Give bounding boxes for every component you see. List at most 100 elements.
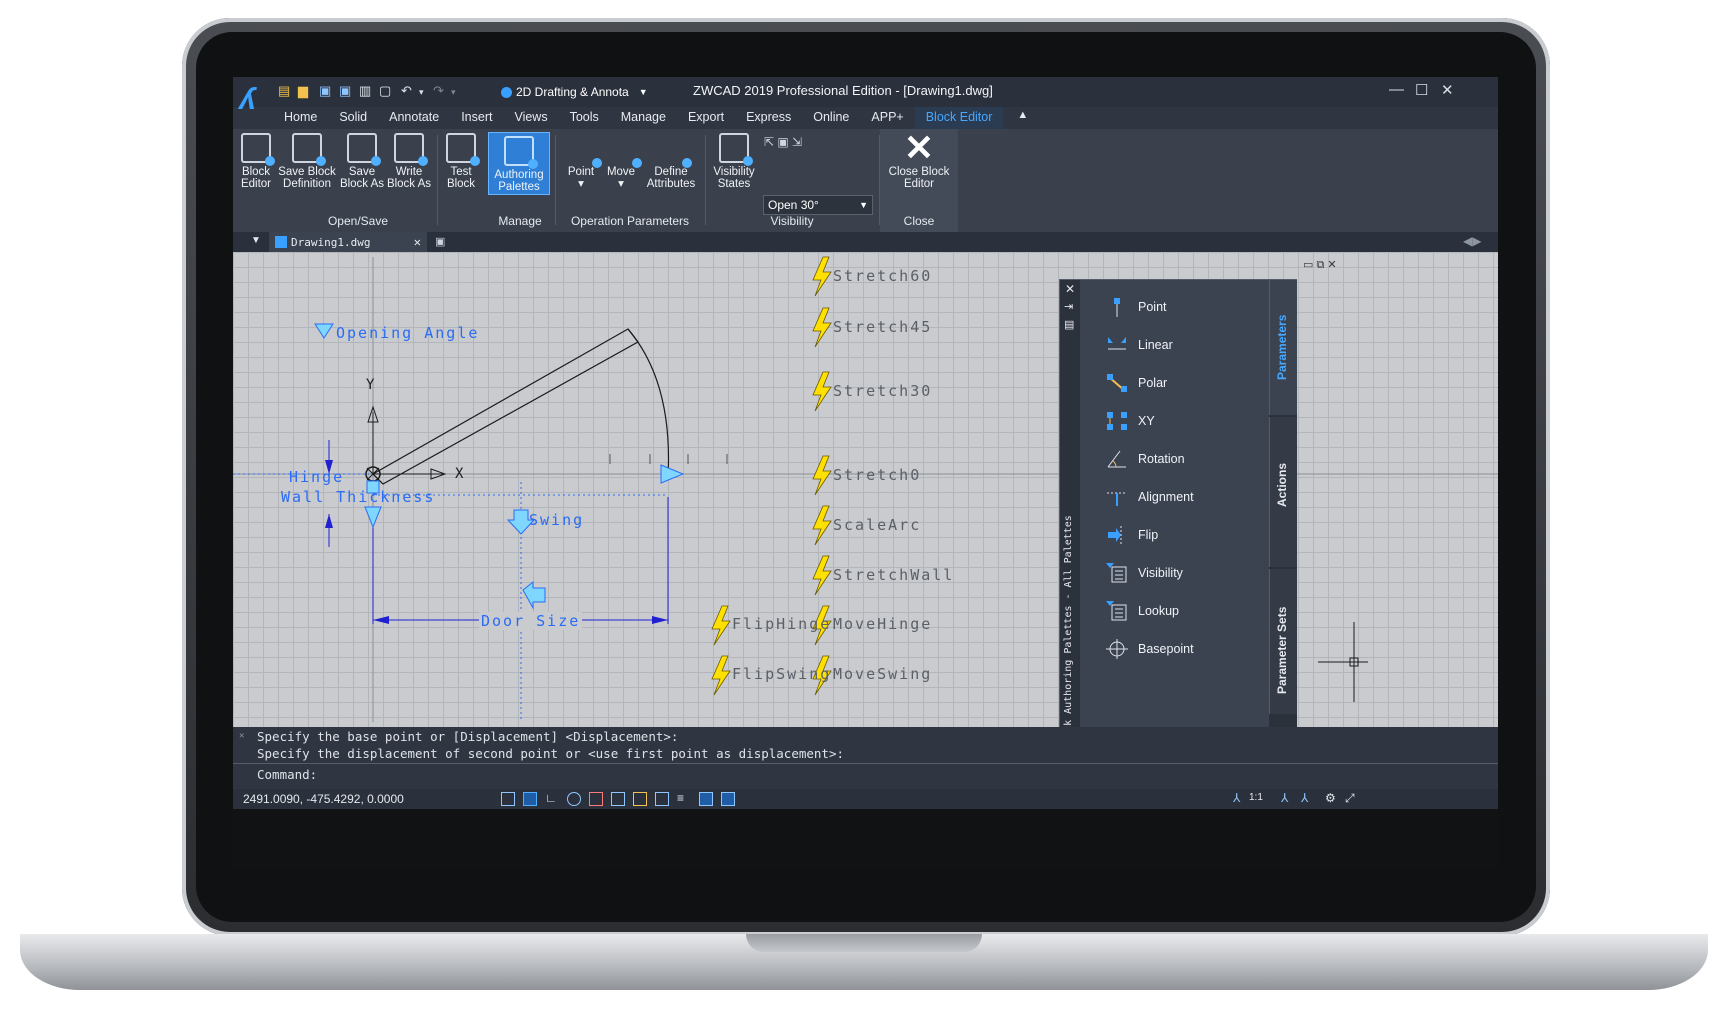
dynamic-input-icon[interactable] <box>655 792 669 806</box>
undo-icon[interactable]: ↶ <box>401 83 412 101</box>
palette-properties-icon[interactable]: ▤ <box>1064 318 1074 331</box>
move-action-button[interactable]: Move ▾ <box>603 133 642 190</box>
action-moveswing[interactable]: MoveSwing <box>833 665 932 683</box>
minimize-button[interactable]: — <box>1389 81 1404 98</box>
door-size-grip[interactable] <box>660 464 685 484</box>
opening-angle-grip[interactable] <box>314 323 334 339</box>
action-stretch45[interactable]: Stretch45 <box>833 318 932 336</box>
palette-autohide-icon[interactable]: ⇥ <box>1064 300 1073 313</box>
test-block-button[interactable]: Test Block <box>441 133 481 190</box>
menu-home[interactable]: Home <box>273 107 328 129</box>
close-tab-icon[interactable]: ✕ <box>414 235 421 249</box>
palette-item-polar[interactable]: Polar <box>1106 372 1167 394</box>
fullscreen-icon[interactable]: ⤢ <box>1345 791 1355 806</box>
gear-icon[interactable]: ⚙ <box>1325 791 1336 805</box>
tab-scroll-icons[interactable]: ◀▶ <box>1463 234 1481 248</box>
action-fliphinge[interactable]: FlipHinge <box>732 615 831 633</box>
viewport-controls[interactable]: ▭ ⧉ ✕ <box>1303 258 1337 272</box>
tab-actions[interactable]: Actions <box>1269 417 1297 567</box>
palette-item-flip[interactable]: Flip <box>1106 524 1158 546</box>
door-leaf[interactable] <box>372 328 639 485</box>
palette-item-linear[interactable]: Linear <box>1106 334 1173 356</box>
authoring-palettes-button[interactable]: Authoring Palettes <box>488 132 550 195</box>
annotation-scale-icon[interactable]: ⅄ <box>1233 791 1240 805</box>
new-tab-icon[interactable]: ▣ <box>435 235 445 248</box>
redo-dropdown-icon[interactable]: ▾ <box>451 87 456 105</box>
menu-app-plus[interactable]: APP+ <box>860 107 914 129</box>
palette-item-point[interactable]: Point <box>1106 296 1167 318</box>
palette-item-alignment[interactable]: Alignment <box>1106 486 1194 508</box>
save-block-definition-button[interactable]: Save Block Definition <box>277 133 337 190</box>
menu-block-editor[interactable]: Block Editor <box>914 107 1004 129</box>
swing-arc[interactable] <box>627 328 670 478</box>
close-window-button[interactable]: ✕ <box>1441 81 1454 99</box>
palette-item-xy[interactable]: XY <box>1106 410 1155 432</box>
command-input[interactable]: Command: <box>257 767 317 782</box>
quick-properties-icon[interactable] <box>699 792 713 806</box>
new-icon[interactable]: ▤ <box>278 83 290 101</box>
tab-menu-icon[interactable]: ▼ <box>251 235 261 246</box>
palette-close-icon[interactable]: ✕ <box>1065 282 1075 296</box>
define-attributes-button[interactable]: Define Attributes <box>643 133 699 190</box>
palette-item-lookup[interactable]: Lookup <box>1106 600 1179 622</box>
visibility-tool-icons[interactable]: ⇱ ▣ ⇲ <box>764 135 802 149</box>
save-icon[interactable]: ▣ <box>319 83 331 101</box>
save-block-as-button[interactable]: Save Block As <box>339 133 385 190</box>
tab-parameters[interactable]: Parameters <box>1269 280 1297 415</box>
action-stretch30[interactable]: Stretch30 <box>833 382 932 400</box>
tab-drawing1[interactable]: Drawing1.dwg ✕ <box>269 232 427 252</box>
menu-annotate[interactable]: Annotate <box>378 107 450 129</box>
ribbon-minimize-icon[interactable]: ▲ <box>1003 107 1034 129</box>
command-history-line: Specify the base point or [Displacement]… <box>257 729 679 744</box>
print-icon[interactable]: ▥ <box>359 83 371 101</box>
auto-scale-icon[interactable]: ⅄ <box>1301 791 1308 805</box>
object-snap-icon[interactable] <box>589 792 603 806</box>
palette-item-visibility[interactable]: Visibility <box>1106 562 1183 584</box>
menu-views[interactable]: Views <box>503 107 558 129</box>
maximize-button[interactable]: ☐ <box>1415 81 1428 99</box>
action-stretchwall[interactable]: StretchWall <box>833 566 954 584</box>
command-line-close-icon[interactable]: ✕ <box>239 731 244 741</box>
dynamic-ucs-icon[interactable] <box>633 792 647 806</box>
menu-insert[interactable]: Insert <box>450 107 503 129</box>
grid-toggle-icon[interactable] <box>501 792 515 806</box>
action-movehinge[interactable]: MoveHinge <box>833 615 932 633</box>
group-label-manage[interactable]: Manage <box>485 211 555 231</box>
drawing-canvas[interactable]: Opening Angle Hinge Wall Thickness Swing… <box>233 252 1498 727</box>
app-logo-icon[interactable]: ʎ <box>239 83 256 117</box>
annotation-visibility-icon[interactable]: ⅄ <box>1281 791 1288 805</box>
action-stretch0[interactable]: Stretch0 <box>833 466 921 484</box>
action-stretch60[interactable]: Stretch60 <box>833 267 932 285</box>
hinge-flip-grip[interactable] <box>522 580 546 610</box>
polar-tracking-icon[interactable] <box>567 792 581 806</box>
palette-item-basepoint[interactable]: Basepoint <box>1106 638 1194 660</box>
menu-tools[interactable]: Tools <box>559 107 610 129</box>
snap-toggle-icon[interactable] <box>523 792 537 806</box>
menu-express[interactable]: Express <box>735 107 802 129</box>
action-scalearc[interactable]: ScaleArc <box>833 516 921 534</box>
selection-cycling-icon[interactable] <box>721 792 735 806</box>
block-editor-button[interactable]: Block Editor <box>239 133 275 190</box>
point-parameter-button[interactable]: Point ▾ <box>563 133 602 190</box>
menu-online[interactable]: Online <box>802 107 860 129</box>
undo-dropdown-icon[interactable]: ▾ <box>419 87 424 105</box>
menu-export[interactable]: Export <box>677 107 735 129</box>
workspace-selector[interactable]: 2D Drafting & Annota ▼ <box>501 83 651 101</box>
redo-icon[interactable]: ↷ <box>433 83 444 101</box>
palette-item-rotation[interactable]: Rotation <box>1106 448 1185 470</box>
action-flipswing[interactable]: FlipSwing <box>732 665 831 683</box>
close-block-editor-button[interactable]: ✕ Close Block Editor <box>883 130 955 191</box>
visibility-states-button[interactable]: Visibility States <box>709 133 759 190</box>
write-block-as-button[interactable]: Write Block As <box>386 133 432 190</box>
menu-solid[interactable]: Solid <box>328 107 378 129</box>
tab-parameter-sets[interactable]: Parameter Sets <box>1269 569 1297 714</box>
menu-manage[interactable]: Manage <box>610 107 677 129</box>
save-as-icon[interactable]: ▣ <box>339 83 351 101</box>
snap-tracking-icon[interactable] <box>611 792 625 806</box>
wall-thickness-grip[interactable] <box>364 506 382 529</box>
open-folder-icon[interactable]: ▆ <box>298 83 308 101</box>
annotation-scale-value[interactable]: 1:1 <box>1249 792 1263 803</box>
ortho-toggle-icon[interactable]: ∟ <box>545 792 559 806</box>
preview-icon[interactable]: ▢ <box>379 83 391 101</box>
lineweight-icon[interactable]: ≡ <box>677 792 691 806</box>
